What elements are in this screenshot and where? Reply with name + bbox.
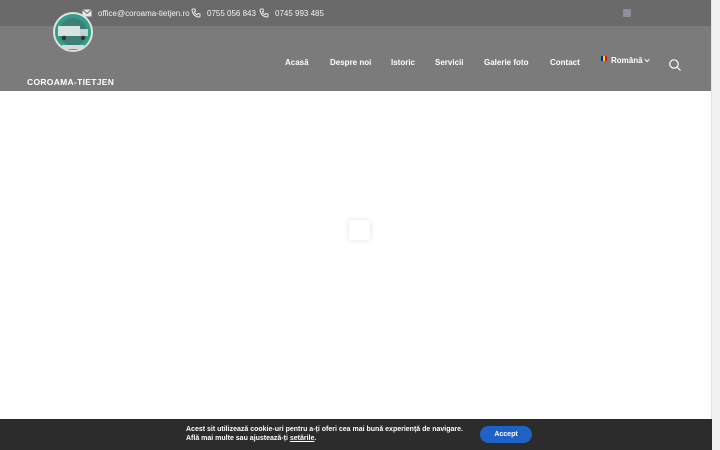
nav-item-despre-noi[interactable]: Despre noi [330,58,371,67]
cookie-message-suffix: . [314,435,317,442]
cookie-consent-bar: Acest sit utilizează cookie-uri pentru a… [0,419,712,450]
phone-icon [259,8,269,18]
language-selector[interactable]: Română [601,55,650,65]
nav-item-acasa[interactable]: Acasă [285,58,309,67]
cookie-message-line1: Acest sit utilizează cookie-uri pentru a… [186,426,463,433]
nav-item-servicii[interactable]: Servicii [435,58,463,67]
phone-text-2: 0745 993 485 [275,8,324,18]
chevron-down-icon [643,58,650,63]
nav-item-galerie-foto[interactable]: Galerie foto [484,58,528,67]
logo-text: COROAMA-TIETJEN [27,77,115,87]
romania-flag-icon [601,55,607,61]
accept-cookies-button[interactable]: Accept [480,426,532,443]
phone-text-1: 0755 056 843 [207,8,256,18]
page-scrollbar[interactable] [711,0,720,450]
language-label: Română [611,56,643,65]
phone-contact-2[interactable]: 0745 993 485 [259,0,324,26]
company-logo[interactable] [28,8,118,64]
phone-contact-1[interactable]: 0755 056 843 [191,0,256,26]
facebook-icon[interactable] [623,9,631,17]
nav-item-contact[interactable]: Contact [550,58,580,67]
loading-spinner [349,220,370,240]
search-icon[interactable] [668,58,682,72]
cookie-message-prefix: Află mai multe sau ajustează-ți [186,435,290,442]
cookie-message-line2: Află mai multe sau ajustează-ți setările… [186,435,316,442]
nav-item-istoric[interactable]: Istoric [391,58,415,67]
phone-icon [191,8,201,18]
cookie-settings-link[interactable]: setările [290,435,315,442]
